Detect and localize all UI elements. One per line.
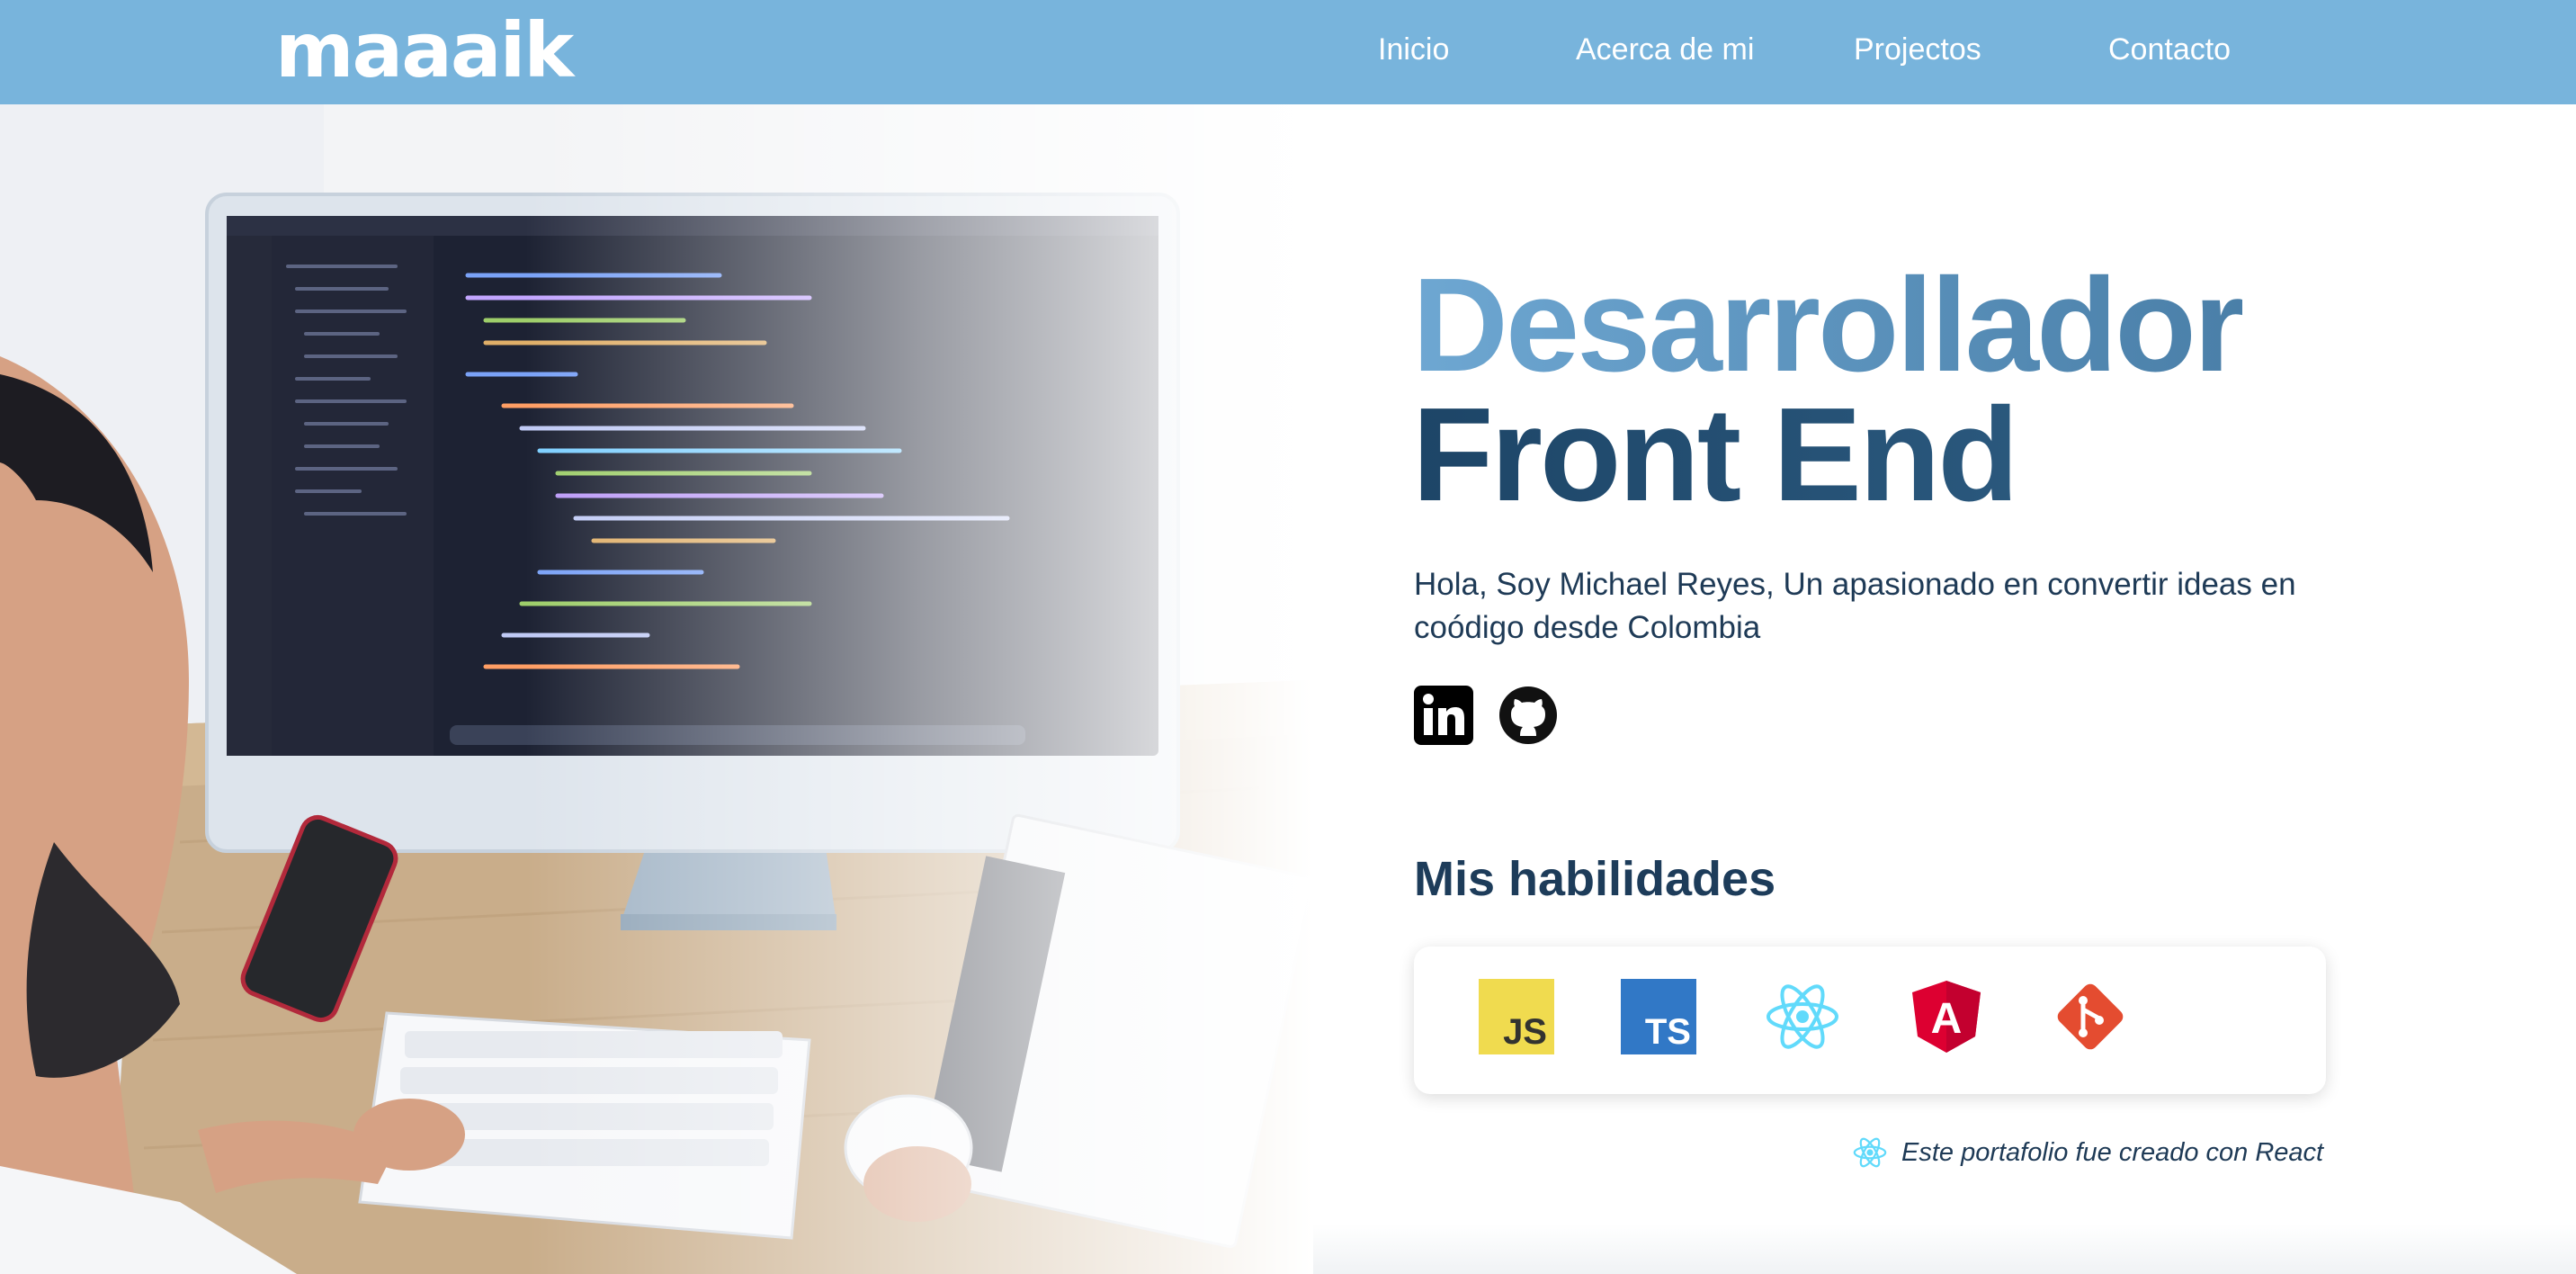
angular-icon: A <box>1912 981 1981 1053</box>
linkedin-icon <box>1414 686 1473 745</box>
github-link[interactable] <box>1498 686 1558 745</box>
javascript-icon: JS <box>1479 979 1554 1054</box>
navbar: maaaik Inicio Acerca de mi Projectos Con… <box>0 0 2576 104</box>
linkedin-link[interactable] <box>1414 686 1473 745</box>
hero-title-line2: Front End <box>1412 389 2242 522</box>
nav-link-projectos[interactable]: Projectos <box>1854 27 1981 72</box>
hero-title: Desarrollador Front End <box>1412 251 2245 522</box>
nav-link-inicio[interactable]: Inicio <box>1378 27 1449 72</box>
git-icon <box>2057 983 2124 1050</box>
skills-title: Mis habilidades <box>1414 852 1776 906</box>
react-icon <box>1853 1137 1887 1168</box>
typescript-label: TS <box>1645 1012 1691 1052</box>
built-with-text: Este portafolio fue creado con React <box>1901 1138 2324 1167</box>
hero-photo <box>0 104 1313 1274</box>
angular-label: A <box>1931 995 1963 1043</box>
github-icon <box>1499 686 1557 744</box>
nav-link-contacto[interactable]: Contacto <box>2108 27 2231 72</box>
bottom-shadow <box>1313 1224 2576 1274</box>
skills-card: JS TS A <box>1414 947 2326 1094</box>
hero-intro-text: Hola, Soy Michael Reyes, Un apasionado e… <box>1414 567 2296 645</box>
typescript-icon: TS <box>1621 979 1696 1054</box>
react-icon <box>1767 984 1838 1049</box>
site-logo[interactable]: maaaik <box>275 5 574 95</box>
javascript-label: JS <box>1503 1012 1547 1052</box>
hero-title-line1: Desarrollador <box>1412 251 2245 399</box>
nav-link-acerca-de-mi[interactable]: Acerca de mi <box>1576 27 1754 72</box>
hero-fade-overlay <box>0 104 1313 1274</box>
built-with-note: Este portafolio fue creado con React <box>1853 1132 2328 1173</box>
